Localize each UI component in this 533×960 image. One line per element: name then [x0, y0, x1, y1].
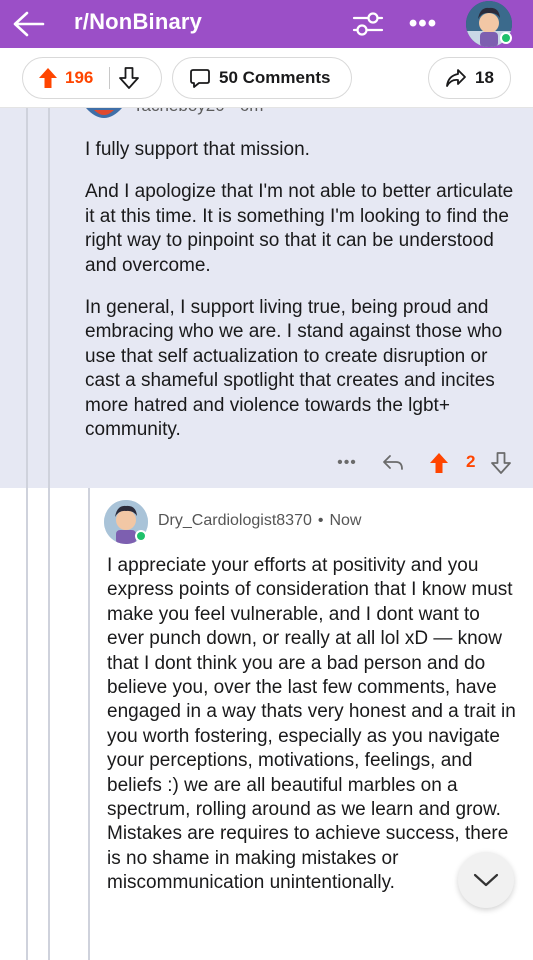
more-options-icon: •••: [408, 10, 438, 37]
upvote-arrow-icon: [430, 453, 448, 473]
reply-arrow-icon: [383, 455, 403, 470]
reply-button[interactable]: [376, 448, 410, 478]
back-arrow-icon: [13, 11, 45, 37]
share-button[interactable]: 18: [428, 57, 511, 99]
reply-comment: Dry_Cardiologist8370 • Now I appreciate yo…: [0, 488, 533, 960]
filter-icon: [352, 12, 384, 36]
downvote-arrow-icon: [119, 67, 140, 89]
vote-pill: 196: [22, 57, 162, 99]
share-arrow-icon: [446, 69, 466, 87]
upvote-arrow-icon: [39, 68, 57, 88]
comment-score: 2: [466, 452, 476, 471]
thread-line[interactable]: [48, 108, 50, 488]
comment-paragraph: In general, I support living true, being…: [85, 297, 503, 441]
reply-meta: Dry_Cardiologist8370 • Now: [158, 512, 361, 530]
thread-line[interactable]: [48, 488, 50, 960]
reply-username[interactable]: Dry_Cardiologist8370: [158, 512, 312, 529]
parent-comment-body: I fully support that mission. And I apol…: [85, 138, 515, 460]
upvote-button[interactable]: [37, 66, 59, 90]
next-comment-button[interactable]: [458, 852, 514, 908]
share-count: 18: [475, 68, 494, 87]
online-status-dot: [500, 32, 512, 44]
more-options-button[interactable]: •••: [405, 8, 441, 40]
comments-count-label: 50 Comments: [219, 68, 331, 87]
comment-more-button[interactable]: •••: [330, 448, 364, 478]
parent-username[interactable]: Tacheboy20 · 6m: [133, 108, 263, 116]
online-status-dot: [135, 530, 147, 542]
comment-upvote-button[interactable]: [424, 448, 454, 478]
downvote-button[interactable]: [118, 66, 140, 90]
comment-paragraph: I fully support that mission.: [85, 139, 310, 160]
reply-comment-body: I appreciate your efforts at positivity …: [107, 555, 516, 894]
thread-line[interactable]: [88, 488, 90, 960]
filter-button[interactable]: [350, 8, 386, 40]
meta-separator: •: [317, 512, 324, 529]
parent-avatar-image: [86, 108, 122, 118]
downvote-arrow-icon: [491, 452, 511, 474]
parent-comment: Tacheboy20 · 6m I fully support that mis…: [0, 108, 533, 488]
subreddit-title[interactable]: r/NonBinary: [74, 9, 202, 35]
back-button[interactable]: [8, 6, 48, 42]
comment-bubble-icon: [190, 69, 210, 88]
upvote-count: 196: [65, 68, 94, 87]
comment-paragraph: And I apologize that I'm not able to bet…: [85, 181, 514, 276]
more-dots-icon: •••: [337, 454, 357, 471]
parent-comment-actions: ••• 2: [330, 448, 520, 478]
comment-downvote-button[interactable]: [486, 448, 516, 478]
parent-avatar[interactable]: [84, 108, 124, 126]
thread-line[interactable]: [26, 108, 28, 488]
comments-button[interactable]: 50 Comments: [172, 57, 352, 99]
app-header: r/NonBinary •••: [0, 0, 533, 48]
chevron-down-icon: [473, 873, 499, 887]
reply-time: Now: [329, 512, 362, 529]
thread-line[interactable]: [26, 488, 28, 960]
vote-divider: [109, 67, 111, 89]
post-action-bar: 196 50 Comments 18: [0, 48, 533, 108]
